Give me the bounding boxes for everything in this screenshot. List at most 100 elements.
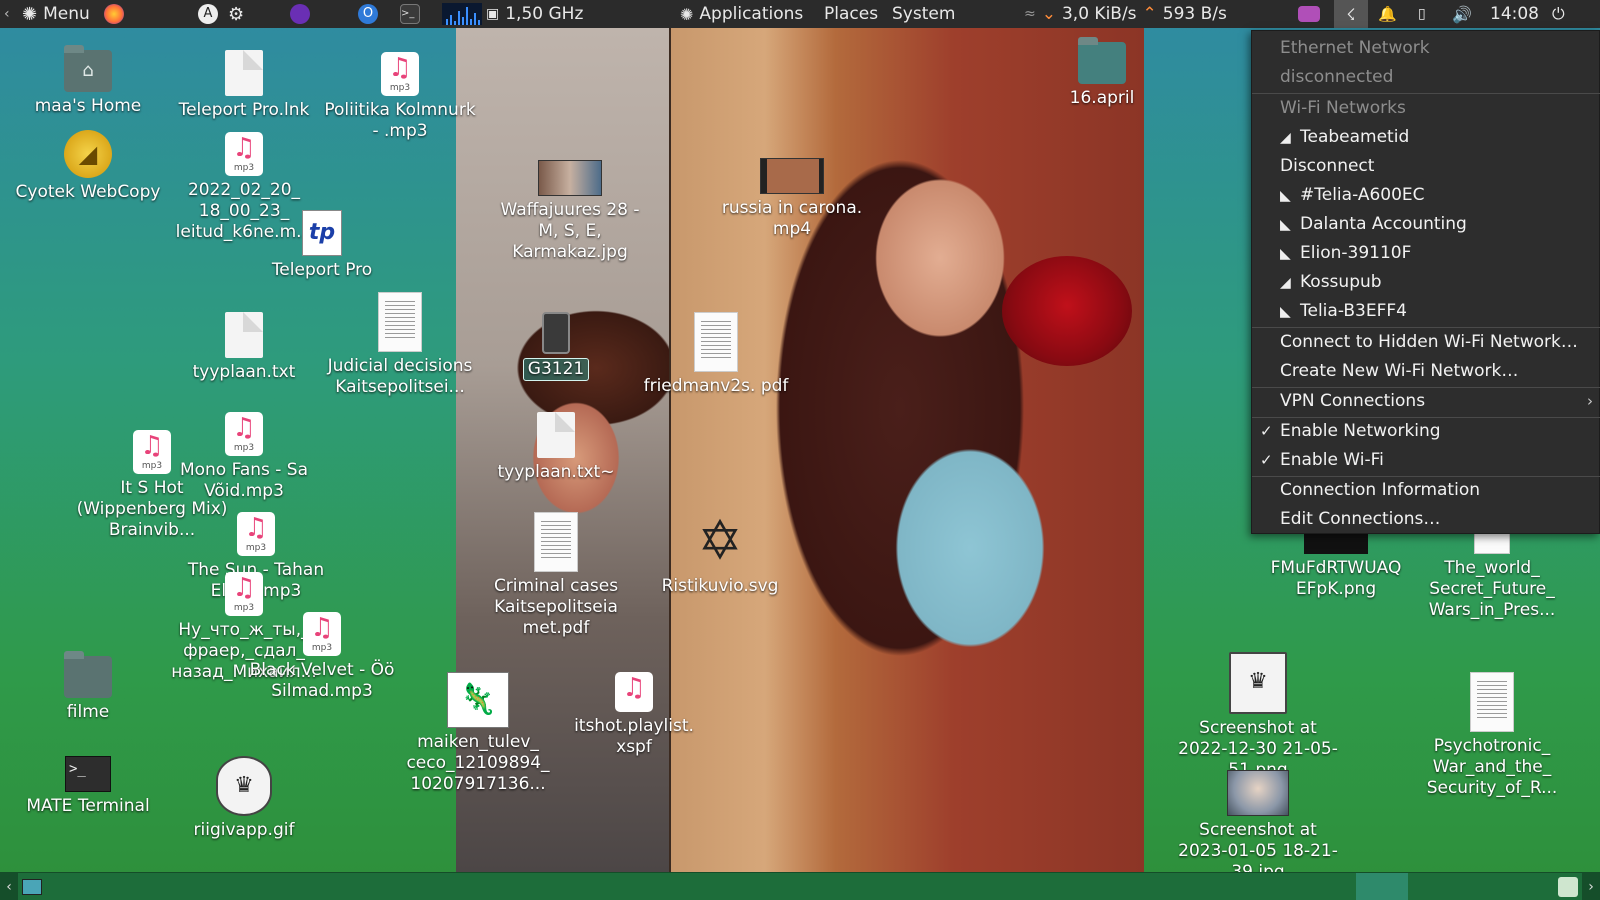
- folder-icon: [1078, 37, 1126, 84]
- show-desktop-icon[interactable]: [22, 879, 42, 895]
- network-applet[interactable]: ☇: [1334, 0, 1368, 28]
- accessibility-launcher[interactable]: A: [198, 0, 218, 28]
- edit-connections-item[interactable]: Edit Connections…: [1252, 505, 1600, 534]
- menu-button[interactable]: ✺ Menu: [22, 0, 90, 28]
- panel-left-arrow[interactable]: ‹: [0, 873, 18, 900]
- vpn-connections-item[interactable]: VPN Connections ›: [1252, 387, 1600, 416]
- firefox-launcher[interactable]: [104, 0, 124, 28]
- network-name: Kossupub: [1300, 272, 1382, 292]
- trash-icon[interactable]: [1558, 877, 1578, 897]
- media-applet[interactable]: [1298, 0, 1320, 28]
- desktop-icon-poliitika[interactable]: ♫ mp3 Poliitika Kolmnurk - .mp3: [320, 52, 480, 142]
- checkmark-icon: ✓: [1260, 422, 1273, 440]
- desktop-icon-home[interactable]: ⌂ maa's Home: [8, 45, 168, 117]
- pdf-document-icon: [694, 312, 738, 372]
- desktop-icon-screenshot-2022[interactable]: ♛ Screenshot at 2022-12-30 21-05-51.png: [1178, 652, 1338, 781]
- desktop-icon-tyyplaan-tilde[interactable]: tyyplaan.txt~: [476, 412, 636, 483]
- cpu-frequency[interactable]: ▣ 1,50 GHz: [486, 0, 583, 28]
- desktop-icon-riigivapp[interactable]: ♛ riigivapp.gif: [164, 756, 324, 841]
- pdf-document-icon: [1474, 532, 1510, 554]
- cpu-monitor[interactable]: [442, 0, 482, 28]
- terminal-icon: >_: [400, 4, 420, 24]
- opera-launcher[interactable]: O: [358, 0, 378, 28]
- panel-left-arrow[interactable]: ‹: [0, 0, 10, 28]
- terminal-launcher[interactable]: >_: [400, 0, 420, 28]
- firefox-icon: [104, 4, 124, 24]
- wifi-network-teabeametid[interactable]: ◢ Teabeametid: [1252, 123, 1600, 152]
- desktop-icon-cyotek[interactable]: ◢ Cyotek WebCopy: [8, 130, 168, 203]
- coat-of-arms-image-icon: ♛: [1229, 652, 1287, 714]
- wallpaper-photo-right: [670, 28, 1144, 872]
- settings-launcher[interactable]: ⚙: [228, 0, 244, 28]
- workspace-switcher[interactable]: [1356, 873, 1408, 900]
- applications-menu[interactable]: ✺ Applications: [680, 0, 803, 28]
- network-name: #Telia-A600EC: [1300, 185, 1425, 205]
- panel-right-arrow[interactable]: ›: [1582, 873, 1600, 900]
- clock[interactable]: 14:08: [1490, 0, 1539, 28]
- desktop-icon-judicial[interactable]: Judicial decisions Kaitsepolitsei...: [320, 292, 480, 398]
- enable-networking-item[interactable]: ✓ Enable Networking: [1252, 417, 1600, 446]
- desktop-icon-criminal[interactable]: Criminal cases Kaitsepolitseia met.pdf: [476, 512, 636, 639]
- desktop-icon-waffajuures[interactable]: Waffajuures 28 - M, S, E, Karmakaz.jpg: [490, 160, 650, 263]
- desktop-icon-russia[interactable]: russia in carona. mp4: [712, 158, 872, 240]
- notifications-applet[interactable]: 🔔: [1378, 0, 1397, 28]
- terminal-icon: >_: [65, 756, 111, 792]
- desktop-icon-mono-fans[interactable]: ♫ mp3 Mono Fans - Sa Võid.mp3: [164, 412, 324, 502]
- netspeed-indicator[interactable]: ≈ ⌄ 3,0 KiB/s ⌃ 593 B/s: [1024, 0, 1227, 28]
- menu-label: Menu: [43, 4, 90, 24]
- speaker-icon: 🔊: [1452, 4, 1472, 24]
- wifi-network-dalanta[interactable]: ◣ Dalanta Accounting: [1252, 210, 1600, 239]
- wifi-locked-icon: ◣: [1280, 188, 1291, 204]
- upload-arrow-icon: ⌃: [1142, 4, 1157, 24]
- connection-information-item[interactable]: Connection Information: [1252, 476, 1600, 505]
- desktop-icon-g3121[interactable]: G3121: [476, 312, 636, 381]
- desktop-icon-screenshot-2023[interactable]: Screenshot at 2023-01-05 18-21-39.jpg: [1178, 770, 1338, 872]
- wifi-locked-icon: ◢: [1280, 275, 1291, 291]
- text-file-icon: [225, 50, 263, 96]
- accessibility-icon: A: [198, 4, 218, 24]
- create-new-wifi-item[interactable]: Create New Wi-Fi Network…: [1252, 357, 1600, 386]
- desktop-icon-fmufd[interactable]: FMuFdRTWUAQ EFpK.png: [1256, 532, 1416, 600]
- desktop-icon-teleport-pro[interactable]: tp Teleport Pro: [242, 210, 402, 281]
- desktop-icon-itshot-playlist[interactable]: ♫ itshot.playlist. xspf: [554, 672, 714, 758]
- wifi-network-telia-a600ec[interactable]: ◣ #Telia-A600EC: [1252, 181, 1600, 210]
- desktop-icon-teleport-lnk[interactable]: Teleport Pro.lnk: [164, 50, 324, 121]
- wifi-network-elion[interactable]: ◣ Elion-39110F: [1252, 239, 1600, 268]
- volume-applet[interactable]: 🔊: [1452, 0, 1472, 28]
- net-down-label: 3,0 KiB/s: [1061, 4, 1137, 24]
- desktop-icon-16april[interactable]: 16.april: [1022, 37, 1182, 109]
- download-arrow-icon: ⌄: [1041, 4, 1056, 24]
- enable-wifi-label: Enable Wi-Fi: [1280, 450, 1384, 470]
- applications-label: Applications: [699, 4, 804, 24]
- folder-icon: [64, 651, 112, 698]
- disconnect-item[interactable]: Disconnect: [1252, 152, 1600, 181]
- desktop-icon-maiken[interactable]: 🦎 maiken_tulev_ ceco_12109894_ 102079171…: [398, 672, 558, 795]
- music-file-icon: ♫ mp3: [225, 572, 263, 616]
- desktop-icon-psychotronic[interactable]: Psychotronic_ War_and_the_ Security_of_R…: [1412, 672, 1572, 799]
- desktop-icon-black-velvet[interactable]: ♫ mp3 Black Velvet - Öö Silmad.mp3: [242, 612, 402, 702]
- coat-of-arms-icon: ♛: [216, 756, 272, 816]
- network-name: Dalanta Accounting: [1300, 214, 1467, 234]
- battery-applet[interactable]: ▯: [1418, 0, 1426, 28]
- podcast-launcher[interactable]: [290, 0, 310, 28]
- network-menu: Ethernet Network disconnected Wi-Fi Netw…: [1251, 30, 1600, 534]
- places-menu[interactable]: Places: [824, 0, 878, 28]
- wifi-network-telia-b3eff4[interactable]: ◣ Telia-B3EFF4: [1252, 297, 1600, 326]
- media-icon: [1298, 6, 1320, 22]
- wifi-network-kossupub[interactable]: ◢ Kossupub: [1252, 268, 1600, 297]
- desktop-icon-mate-terminal[interactable]: >_ MATE Terminal: [8, 756, 168, 817]
- desktop-icon-ristikuvio[interactable]: ✡ Ristikuvio.svg: [640, 510, 800, 597]
- lizard-image-icon: 🦎: [447, 672, 509, 728]
- shutdown-button[interactable]: ⏻: [1552, 0, 1565, 28]
- desktop-icon-the-world[interactable]: The_world_ Secret_Future_ Wars_in_Pres..…: [1412, 532, 1572, 621]
- connect-hidden-wifi-item[interactable]: Connect to Hidden Wi-Fi Network…: [1252, 328, 1600, 357]
- desktop-icon-filme[interactable]: filme: [8, 651, 168, 723]
- desktop-icon-friedman[interactable]: friedmanv2s. pdf: [636, 312, 796, 397]
- cyotek-webcopy-icon: ◢: [64, 130, 112, 178]
- cpu-graph: [442, 3, 482, 25]
- enable-wifi-item[interactable]: ✓ Enable Wi-Fi: [1252, 446, 1600, 475]
- ethernet-header: Ethernet Network: [1280, 38, 1430, 58]
- desktop-icon-tyyplaan[interactable]: tyyplaan.txt: [164, 312, 324, 383]
- system-label: System: [892, 4, 956, 24]
- system-menu[interactable]: System: [892, 0, 955, 28]
